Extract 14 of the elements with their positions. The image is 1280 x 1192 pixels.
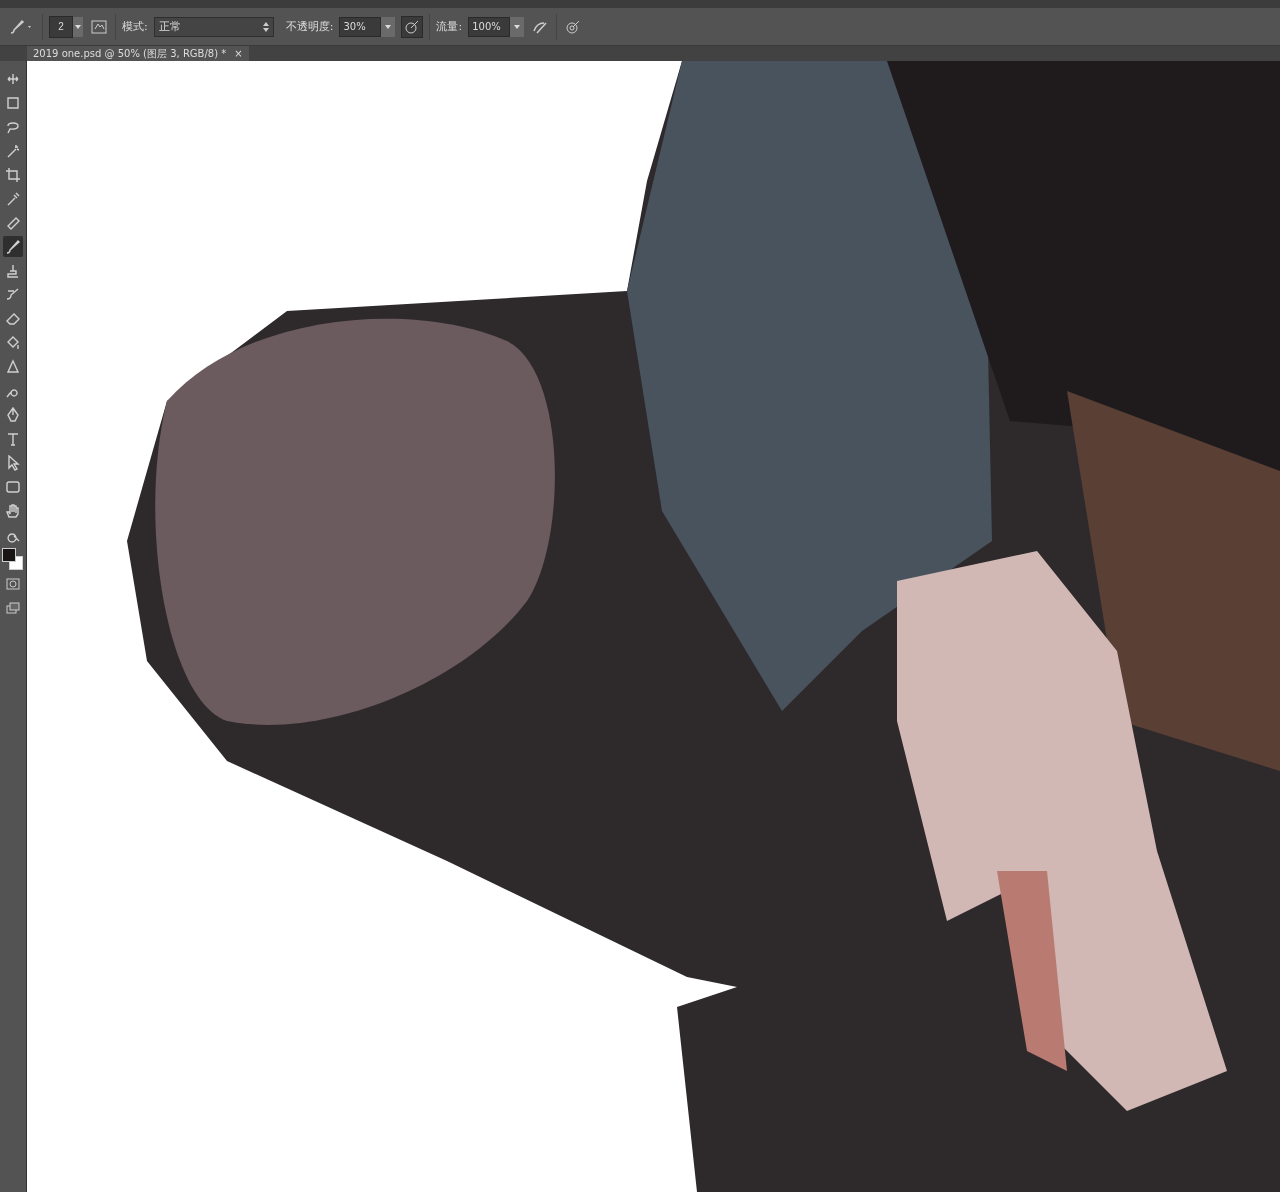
document-tab[interactable]: 2019 one.psd @ 50% (图层 3, RGB/8) * × bbox=[27, 46, 249, 61]
flow-label: 流量: bbox=[436, 19, 463, 34]
opacity-field[interactable]: 30% bbox=[339, 16, 382, 37]
brush-icon[interactable] bbox=[3, 236, 23, 257]
document-title: 2019 one.psd @ 50% (图层 3, RGB/8) * bbox=[33, 46, 227, 61]
opacity-label: 不透明度: bbox=[285, 19, 334, 34]
mode-label: 模式: bbox=[122, 19, 148, 34]
pressure-opacity-icon[interactable] bbox=[401, 15, 424, 38]
mode-dropdown[interactable]: 正常 bbox=[153, 16, 274, 37]
brush-size-picker[interactable]: 2 bbox=[49, 15, 73, 38]
flow-field[interactable]: 100% bbox=[468, 16, 511, 37]
color-swatches[interactable] bbox=[2, 548, 24, 570]
close-tab-button[interactable]: × bbox=[234, 48, 243, 59]
stepper-arrows-icon bbox=[262, 21, 269, 32]
